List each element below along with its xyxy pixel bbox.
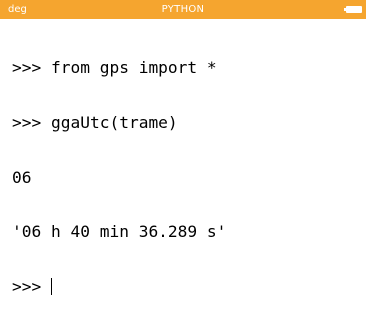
console-line: '06 h 40 min 36.289 s' [12, 222, 227, 242]
console-line: >>> from gps import * [12, 58, 217, 78]
console-prompt: >>> [12, 276, 51, 296]
status-bar: deg PYTHON [0, 0, 366, 19]
python-console[interactable]: >>> from gps import * >>> ggaUtc(trame) … [12, 23, 362, 314]
battery-icon [344, 6, 362, 13]
console-line: 06 [12, 167, 32, 187]
text-cursor [50, 277, 52, 295]
app-title: PYTHON [161, 4, 205, 15]
console-line: >>> ggaUtc(trame) [12, 113, 178, 132]
console-input-line[interactable]: >>> [12, 276, 362, 296]
